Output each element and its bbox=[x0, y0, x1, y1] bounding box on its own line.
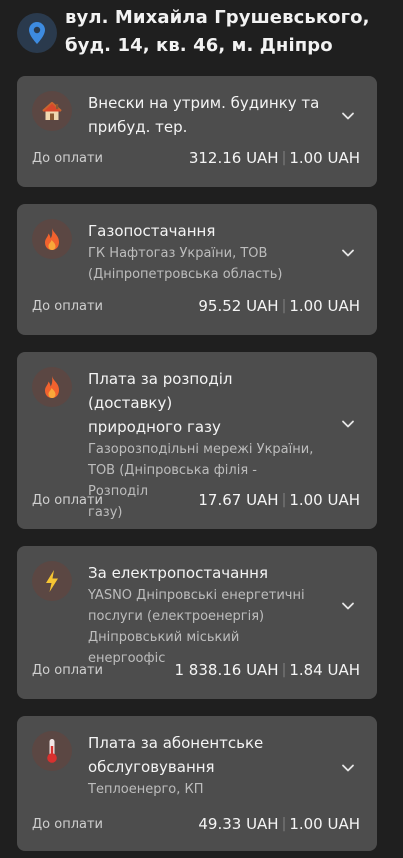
service-title: Плата за абонентське bbox=[88, 734, 264, 752]
payment-row: До оплати 49.33 UAH | 1.00 UAH bbox=[32, 815, 360, 833]
amounts: 49.33 UAH | 1.00 UAH bbox=[198, 815, 360, 833]
provider-line: (Дніпропетровська область) bbox=[88, 267, 283, 282]
separator: | bbox=[281, 298, 287, 314]
amounts: 95.52 UAH | 1.00 UAH bbox=[198, 297, 360, 315]
chevron-down-icon[interactable] bbox=[341, 109, 355, 123]
service-title: прибуд. тер. bbox=[88, 118, 188, 136]
service-title: За електропостачання bbox=[88, 564, 268, 582]
chevron-down-icon[interactable] bbox=[341, 246, 355, 260]
amounts: 312.16 UAH | 1.00 UAH bbox=[189, 149, 360, 167]
service-title: Плата за розподіл (доставку) bbox=[88, 370, 233, 412]
separator: | bbox=[281, 492, 287, 508]
due-label: До оплати bbox=[32, 298, 103, 314]
commission-fee: 1.00 UAH bbox=[289, 491, 360, 509]
separator: | bbox=[281, 150, 287, 166]
service-title: Внески на утрим. будинку та bbox=[88, 94, 320, 112]
due-label: До оплати bbox=[32, 492, 103, 508]
amount-due: 312.16 UAH bbox=[188, 149, 279, 167]
location-pin-icon bbox=[17, 13, 57, 53]
address-line-1: вул. Михайла Грушевського, bbox=[65, 7, 370, 28]
commission-fee: 1.00 UAH bbox=[289, 297, 360, 315]
due-label: До оплати bbox=[32, 662, 103, 678]
service-card-gas-distribution[interactable]: Плата за розподіл (доставку) природного … bbox=[17, 352, 377, 529]
service-title: обслуговування bbox=[88, 758, 215, 776]
provider-line: ГК Нафтогаз України, ТОВ bbox=[88, 246, 268, 261]
amount-due: 95.52 UAH bbox=[198, 297, 279, 315]
service-card-subscription[interactable]: Плата за абонентське обслуговування Тепл… bbox=[17, 716, 377, 851]
payment-row: До оплати 312.16 UAH | 1.00 UAH bbox=[32, 149, 360, 167]
address-text: вул. Михайла Грушевського, буд. 14, кв. … bbox=[65, 4, 370, 60]
address-line-2: буд. 14, кв. 46, м. Дніпро bbox=[65, 35, 333, 56]
thermometer-icon bbox=[32, 731, 72, 771]
amounts: 17.67 UAH | 1.00 UAH bbox=[198, 491, 360, 509]
provider-line: YASNO Дніпровські енергетичні bbox=[88, 588, 305, 603]
chevron-down-icon[interactable] bbox=[341, 599, 355, 613]
due-label: До оплати bbox=[32, 150, 103, 166]
provider-line: послуги (електроенергія) bbox=[88, 609, 265, 624]
payment-row: До оплати 1 838.16 UAH | 1.84 UAH bbox=[32, 661, 360, 679]
house-icon bbox=[32, 91, 72, 131]
service-card-maintenance[interactable]: Внески на утрим. будинку та прибуд. тер.… bbox=[17, 76, 377, 187]
separator: | bbox=[281, 662, 287, 678]
amount-due: 17.67 UAH bbox=[198, 491, 279, 509]
separator: | bbox=[281, 816, 287, 832]
service-card-gas-supply[interactable]: Газопостачання ГК Нафтогаз України, ТОВ … bbox=[17, 204, 377, 335]
chevron-down-icon[interactable] bbox=[341, 761, 355, 775]
utility-payments-screen: вул. Михайла Грушевського, буд. 14, кв. … bbox=[0, 0, 403, 858]
provider-line: Теплоенерго, КП bbox=[88, 782, 204, 797]
payment-row: До оплати 95.52 UAH | 1.00 UAH bbox=[32, 297, 360, 315]
service-title: Газопостачання bbox=[88, 222, 216, 240]
due-label: До оплати bbox=[32, 816, 103, 832]
amounts: 1 838.16 UAH | 1.84 UAH bbox=[175, 661, 361, 679]
flame-icon bbox=[32, 367, 72, 407]
commission-fee: 1.00 UAH bbox=[289, 815, 360, 833]
provider-line: Газорозподільні мережі України, bbox=[88, 442, 314, 457]
service-card-electricity[interactable]: За електропостачання YASNO Дніпровські е… bbox=[17, 546, 377, 699]
amount-due: 49.33 UAH bbox=[198, 815, 279, 833]
lightning-icon bbox=[32, 561, 72, 601]
commission-fee: 1.00 UAH bbox=[289, 149, 360, 167]
commission-fee: 1.84 UAH bbox=[289, 661, 360, 679]
payment-row: До оплати 17.67 UAH | 1.00 UAH bbox=[32, 491, 360, 509]
amount-due: 1 838.16 UAH bbox=[174, 661, 279, 679]
address-header: вул. Михайла Грушевського, буд. 14, кв. … bbox=[17, 4, 397, 60]
flame-icon bbox=[32, 219, 72, 259]
chevron-down-icon[interactable] bbox=[341, 417, 355, 431]
service-title: природного газу bbox=[88, 418, 221, 436]
